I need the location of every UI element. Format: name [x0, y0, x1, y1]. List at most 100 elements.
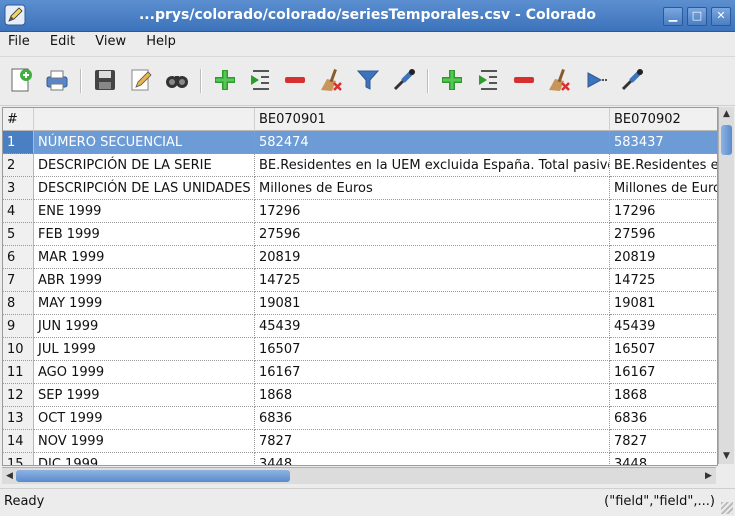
table-row[interactable]: 13 OCT 1999 6836 6836 [3, 407, 717, 430]
maximize-button[interactable]: □ [687, 7, 707, 26]
row-number[interactable]: 12 [3, 384, 34, 407]
table-cell[interactable]: 3448 [610, 453, 717, 465]
menu-help[interactable]: Help [138, 32, 184, 49]
table-cell[interactable]: OCT 1999 [34, 407, 255, 430]
row-number[interactable]: 15 [3, 453, 34, 465]
row-number[interactable]: 4 [3, 200, 34, 223]
table-cell[interactable]: JUL 1999 [34, 338, 255, 361]
vertical-scroll-thumb[interactable] [721, 125, 732, 155]
row-number[interactable]: 1 [3, 131, 34, 154]
table-row[interactable]: 1 NÚMERO SECUENCIAL 582474 583437 [3, 131, 717, 154]
table-cell[interactable]: 6836 [255, 407, 610, 430]
menu-file[interactable]: File [0, 32, 38, 49]
table-cell[interactable]: 1868 [610, 384, 717, 407]
table-row[interactable]: 5 FEB 1999 27596 27596 [3, 223, 717, 246]
row-number[interactable]: 7 [3, 269, 34, 292]
table-cell[interactable]: 6836 [610, 407, 717, 430]
table-cell[interactable]: 16507 [610, 338, 717, 361]
resize-grip-icon[interactable] [721, 502, 733, 514]
scroll-right-icon[interactable]: ▶ [701, 469, 716, 484]
row-number[interactable]: 2 [3, 154, 34, 177]
table-cell[interactable]: 7827 [255, 430, 610, 453]
table-cell[interactable]: 19081 [610, 292, 717, 315]
table-cell[interactable]: 20819 [255, 246, 610, 269]
remove-row-icon[interactable] [282, 67, 308, 93]
table-cell[interactable]: 17296 [610, 200, 717, 223]
table-cell[interactable]: Millones de Euros [255, 177, 610, 200]
table-cell[interactable]: 16167 [610, 361, 717, 384]
table-cell[interactable]: 7827 [610, 430, 717, 453]
scroll-up-icon[interactable]: ▲ [719, 107, 734, 122]
row-number[interactable]: 10 [3, 338, 34, 361]
table-cell[interactable]: 582474 [255, 131, 610, 154]
minimize-button[interactable]: ▁ [663, 7, 683, 26]
find-icon[interactable] [164, 67, 190, 93]
table-cell[interactable]: JUN 1999 [34, 315, 255, 338]
table-cell[interactable]: DESCRIPCIÓN DE LAS UNIDADES [34, 177, 255, 200]
table-cell[interactable]: NOV 1999 [34, 430, 255, 453]
table-row[interactable]: 7 ABR 1999 14725 14725 [3, 269, 717, 292]
table-cell[interactable]: 583437 [610, 131, 717, 154]
column-header-1[interactable]: BE070901 [255, 108, 610, 131]
table-row[interactable]: 12 SEP 1999 1868 1868 [3, 384, 717, 407]
print-icon[interactable] [44, 67, 70, 93]
column-header-2[interactable]: BE070902 [610, 108, 717, 131]
remove-column-icon[interactable] [511, 67, 537, 93]
scroll-left-icon[interactable]: ◀ [2, 469, 17, 484]
row-number[interactable]: 14 [3, 430, 34, 453]
table-cell[interactable]: MAY 1999 [34, 292, 255, 315]
scroll-down-icon[interactable]: ▼ [719, 449, 734, 464]
table-cell[interactable]: 19081 [255, 292, 610, 315]
filter-icon[interactable] [355, 67, 381, 93]
table-row[interactable]: 14 NOV 1999 7827 7827 [3, 430, 717, 453]
edit-icon[interactable] [128, 67, 154, 93]
clear-column-icon[interactable] [546, 67, 572, 93]
add-column-icon[interactable] [439, 67, 465, 93]
table-cell[interactable]: 45439 [610, 315, 717, 338]
table-cell[interactable]: 1868 [255, 384, 610, 407]
row-number-header[interactable]: # [3, 108, 34, 131]
table-row[interactable]: 6 MAR 1999 20819 20819 [3, 246, 717, 269]
table-cell[interactable]: NÚMERO SECUENCIAL [34, 131, 255, 154]
row-number[interactable]: 3 [3, 177, 34, 200]
table-row[interactable]: 11 AGO 1999 16167 16167 [3, 361, 717, 384]
table-cell[interactable]: 14725 [610, 269, 717, 292]
row-number[interactable]: 8 [3, 292, 34, 315]
table-row[interactable]: 9 JUN 1999 45439 45439 [3, 315, 717, 338]
row-number[interactable]: 5 [3, 223, 34, 246]
row-number[interactable]: 11 [3, 361, 34, 384]
table-cell[interactable]: BE.Residentes en la UEM excluida España.… [255, 154, 610, 177]
table-cell[interactable]: Millones de Euro [610, 177, 717, 200]
table-cell[interactable]: DIC 1999 [34, 453, 255, 465]
table-row[interactable]: 4 ENE 1999 17296 17296 [3, 200, 717, 223]
horizontal-scrollbar[interactable]: ◀ ▶ [2, 467, 716, 484]
table-row[interactable]: 3 DESCRIPCIÓN DE LAS UNIDADES Millones de … [3, 177, 717, 200]
table-cell[interactable]: 17296 [255, 200, 610, 223]
pick-column-icon[interactable] [619, 67, 645, 93]
data-table[interactable]: # BE070901 BE070902 1 NÚMERO SECUENCIAL 58… [2, 107, 718, 466]
table-cell[interactable]: MAR 1999 [34, 246, 255, 269]
close-button[interactable]: ✕ [711, 7, 731, 26]
menu-view[interactable]: View [87, 32, 134, 49]
new-file-icon[interactable] [8, 67, 34, 93]
table-cell[interactable]: ABR 1999 [34, 269, 255, 292]
menu-edit[interactable]: Edit [42, 32, 83, 49]
table-cell[interactable]: 27596 [610, 223, 717, 246]
table-cell[interactable]: 16507 [255, 338, 610, 361]
insert-column-icon[interactable] [475, 67, 501, 93]
insert-row-icon[interactable] [247, 67, 273, 93]
move-column-icon[interactable] [583, 67, 609, 93]
table-cell[interactable]: FEB 1999 [34, 223, 255, 246]
table-cell[interactable]: 27596 [255, 223, 610, 246]
table-cell[interactable]: SEP 1999 [34, 384, 255, 407]
table-cell[interactable]: ENE 1999 [34, 200, 255, 223]
row-number[interactable]: 6 [3, 246, 34, 269]
table-cell[interactable]: 20819 [610, 246, 717, 269]
row-number[interactable]: 13 [3, 407, 34, 430]
table-cell[interactable]: DESCRIPCIÓN DE LA SERIE [34, 154, 255, 177]
table-cell[interactable]: 45439 [255, 315, 610, 338]
table-row[interactable]: 15 DIC 1999 3448 3448 [3, 453, 717, 465]
table-cell[interactable]: BE.Residentes e [610, 154, 717, 177]
table-cell[interactable]: 14725 [255, 269, 610, 292]
table-row[interactable]: 10 JUL 1999 16507 16507 [3, 338, 717, 361]
